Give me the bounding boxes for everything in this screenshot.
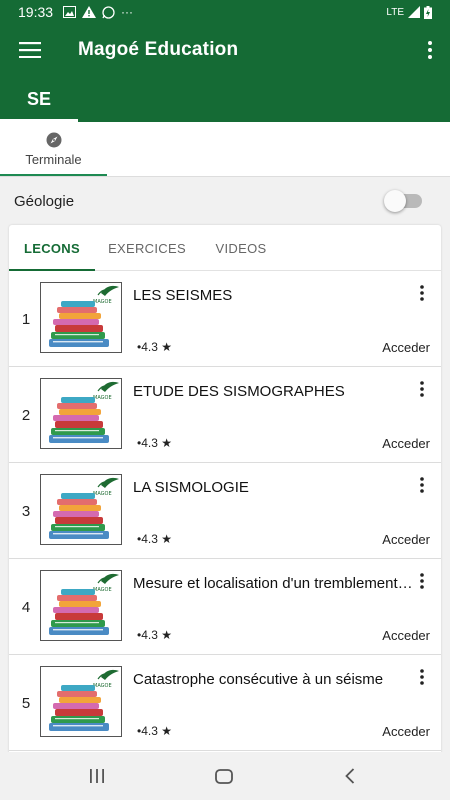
tab-lecons[interactable]: LECONS bbox=[9, 225, 95, 271]
back-icon bbox=[345, 768, 355, 784]
subject-label: Géologie bbox=[14, 192, 75, 210]
battery-icon bbox=[424, 5, 432, 19]
lesson-title: Catastrophe consécutive à un séisme bbox=[133, 671, 384, 688]
lesson-title: LES SEISMES bbox=[133, 287, 233, 304]
lesson-row[interactable]: 3 MAGOE LA SISMOLOGIE •4.3 ★ Acceder bbox=[9, 463, 441, 559]
more-notifications: ··· bbox=[121, 5, 134, 19]
lessons-card: LECONS EXERCICES VIDEOS 1 MAGOE LES SEIS… bbox=[9, 225, 441, 760]
content-tab-bar: LECONS EXERCICES VIDEOS bbox=[9, 225, 441, 271]
lesson-menu-icon[interactable] bbox=[415, 667, 429, 687]
acceder-button[interactable]: Acceder bbox=[382, 340, 430, 355]
image-icon bbox=[63, 6, 77, 18]
lesson-number: 3 bbox=[21, 503, 31, 520]
lesson-number: 4 bbox=[21, 599, 31, 616]
lesson-rating: •4.3 ★ bbox=[137, 724, 172, 738]
subtab-indicator bbox=[0, 174, 107, 176]
subject-row: Géologie bbox=[0, 186, 450, 216]
lesson-title: ETUDE DES SISMOGRAPHES bbox=[133, 383, 345, 400]
toggle-knob bbox=[384, 190, 406, 212]
svg-text:MAGOE: MAGOE bbox=[93, 491, 112, 497]
lesson-title: LA SISMOLOGIE bbox=[133, 479, 249, 496]
svg-text:MAGOE: MAGOE bbox=[93, 683, 112, 689]
acceder-button[interactable]: Acceder bbox=[382, 628, 430, 643]
network-label: LTE bbox=[386, 6, 404, 18]
home-icon bbox=[215, 768, 233, 784]
lesson-menu-icon[interactable] bbox=[415, 475, 429, 495]
svg-text:MAGOE: MAGOE bbox=[93, 395, 112, 401]
tab-exercices[interactable]: EXERCICES bbox=[105, 225, 189, 271]
lesson-rating: •4.3 ★ bbox=[137, 532, 172, 546]
tab-se[interactable]: SE bbox=[0, 76, 78, 122]
lesson-thumbnail: MAGOE bbox=[40, 570, 122, 641]
lesson-thumbnail: MAGOE bbox=[40, 378, 122, 449]
tab-terminale[interactable]: Terminale bbox=[0, 122, 107, 177]
compass-icon bbox=[46, 132, 61, 148]
overflow-menu-icon[interactable] bbox=[410, 24, 450, 76]
acceder-button[interactable]: Acceder bbox=[382, 532, 430, 547]
svg-text:MAGOE: MAGOE bbox=[93, 587, 112, 593]
lesson-title: Mesure et localisation d'un tremblement … bbox=[133, 575, 415, 592]
lesson-menu-icon[interactable] bbox=[415, 571, 429, 591]
hamburger-menu-icon[interactable] bbox=[0, 24, 60, 76]
lesson-number: 1 bbox=[21, 311, 31, 328]
lesson-rating: •4.3 ★ bbox=[137, 436, 172, 450]
tab-exercices-label: EXERCICES bbox=[108, 240, 186, 256]
signal-icon bbox=[408, 6, 420, 18]
lesson-row[interactable]: 5 MAGOE Catastrophe consécutive à un séi… bbox=[9, 655, 441, 751]
system-icons: LTE bbox=[386, 5, 432, 19]
whatsapp-icon bbox=[102, 5, 115, 19]
warning-icon bbox=[82, 6, 97, 18]
back-button[interactable] bbox=[325, 760, 375, 792]
acceder-button[interactable]: Acceder bbox=[382, 436, 430, 451]
acceder-button[interactable]: Acceder bbox=[382, 724, 430, 739]
app-title: Magoé Education bbox=[78, 39, 239, 60]
lesson-thumbnail: MAGOE bbox=[40, 666, 122, 737]
status-time: 19:33 bbox=[18, 4, 54, 20]
recent-apps-icon bbox=[90, 769, 104, 783]
tab-terminale-label: Terminale bbox=[25, 152, 82, 167]
notification-icons: ··· bbox=[63, 5, 133, 19]
system-nav-bar bbox=[0, 752, 450, 800]
home-button[interactable] bbox=[199, 760, 249, 792]
section-tab-bar: SE bbox=[0, 76, 450, 122]
lesson-row[interactable]: 4 MAGOE Mesure et localisation d'un trem… bbox=[9, 559, 441, 655]
tab-videos-label: VIDEOS bbox=[215, 240, 267, 256]
lesson-rating: •4.3 ★ bbox=[137, 628, 172, 642]
status-bar: 19:33 ··· LTE bbox=[0, 0, 450, 24]
tab-se-label: SE bbox=[26, 88, 51, 109]
app-bar: Magoé Education bbox=[0, 24, 450, 76]
lesson-thumbnail: MAGOE bbox=[40, 474, 122, 545]
lesson-row[interactable]: 2 MAGOE ETUDE DES SISMOGRAPHES •4.3 ★ Ac… bbox=[9, 367, 441, 463]
lesson-rating: •4.3 ★ bbox=[137, 340, 172, 354]
lesson-menu-icon[interactable] bbox=[415, 379, 429, 399]
lesson-number: 5 bbox=[21, 695, 31, 712]
level-tab-bar: Terminale bbox=[0, 122, 450, 177]
lesson-thumbnail: MAGOE bbox=[40, 282, 122, 353]
recent-apps-button[interactable] bbox=[72, 760, 122, 792]
tab-lecons-label: LECONS bbox=[24, 240, 80, 256]
svg-text:MAGOE: MAGOE bbox=[93, 299, 112, 305]
lesson-number: 2 bbox=[21, 407, 31, 424]
lesson-row[interactable]: 1 MAGOE LES SEISMES •4.3 ★ Acceder bbox=[9, 271, 441, 367]
lesson-menu-icon[interactable] bbox=[415, 283, 429, 303]
tab-videos[interactable]: VIDEOS bbox=[207, 225, 275, 271]
subject-toggle[interactable] bbox=[384, 190, 422, 212]
